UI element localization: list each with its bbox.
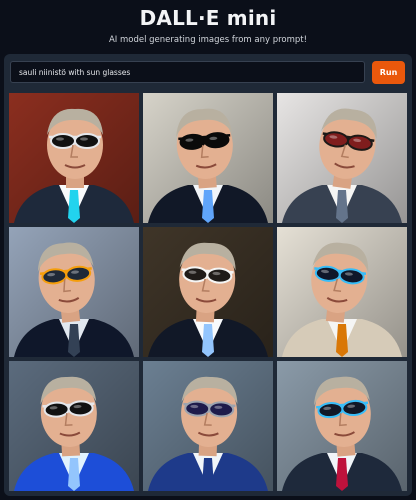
generated-image-3[interactable] [277,93,407,223]
app-title: DALL·E mini [139,6,277,30]
generated-image-9[interactable] [277,361,407,491]
generated-image-6[interactable] [277,227,407,357]
run-button[interactable]: Run [372,61,405,84]
generated-image-1[interactable] [9,93,139,223]
generated-image-5[interactable] [143,227,273,357]
prompt-input[interactable] [10,61,365,83]
generated-image-2[interactable] [143,93,273,223]
generated-image-8[interactable] [143,361,273,491]
generation-panel: Run [4,54,412,496]
generated-image-4[interactable] [9,227,139,357]
app-subtitle: AI model generating images from any prom… [108,35,308,45]
generated-image-7[interactable] [9,361,139,491]
image-gallery [9,93,407,491]
